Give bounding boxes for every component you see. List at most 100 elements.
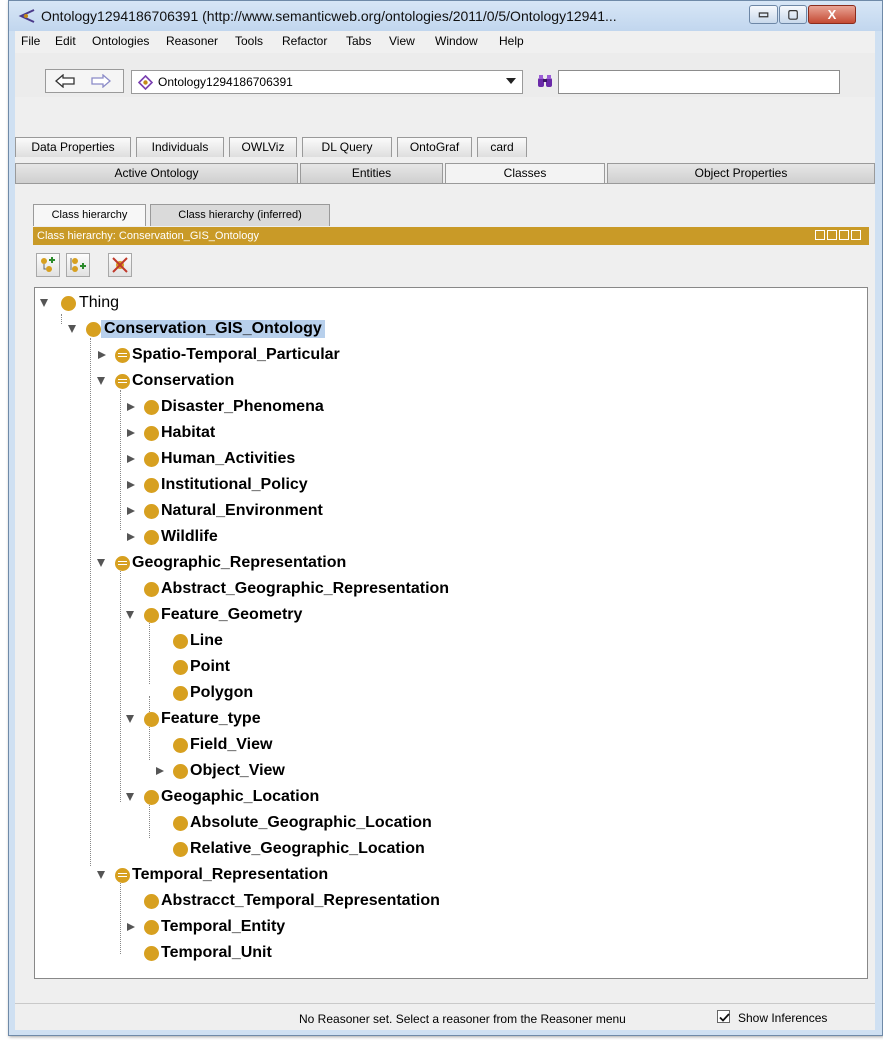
menu-view[interactable]: View xyxy=(389,34,415,48)
expander-open-icon[interactable] xyxy=(97,559,105,567)
expander-open-icon[interactable] xyxy=(97,871,105,879)
tab-classes[interactable]: Classes xyxy=(445,163,605,184)
close-button[interactable]: X xyxy=(808,5,856,24)
ontology-selector[interactable]: Ontology1294186706391 xyxy=(131,70,523,94)
expander-closed-icon[interactable] xyxy=(127,923,135,931)
tree-node-spatio-temporal-particular[interactable]: Spatio-Temporal_Particular xyxy=(97,344,457,366)
add-subclass-button[interactable] xyxy=(36,253,60,277)
tree-node-geographic-representation[interactable]: Geographic_Representation xyxy=(97,552,497,574)
tree-node-feature-geometry[interactable]: Feature_Geometry xyxy=(126,604,486,626)
expander-closed-icon[interactable] xyxy=(127,481,135,489)
float-view-icon[interactable] xyxy=(839,230,849,240)
expander-open-icon[interactable] xyxy=(40,299,48,307)
menu-edit[interactable]: Edit xyxy=(55,34,76,48)
expander-open-icon[interactable] xyxy=(126,611,134,619)
expander-closed-icon[interactable] xyxy=(98,351,106,359)
tab-dl-query[interactable]: DL Query xyxy=(302,137,392,157)
tab-active-ontology[interactable]: Active Ontology xyxy=(15,163,298,183)
tree-node-institutional-policy[interactable]: Institutional_Policy xyxy=(126,474,486,496)
tree-node-habitat[interactable]: Habitat xyxy=(126,422,486,444)
ontology-selector-value: Ontology1294186706391 xyxy=(158,75,293,89)
menu-bar: File Edit Ontologies Reasoner Tools Refa… xyxy=(15,31,875,53)
view-header-controls xyxy=(815,230,865,241)
tree-node-relative-geographic-location[interactable]: Relative_Geographic_Location xyxy=(155,838,555,860)
tab-class-hierarchy-inferred[interactable]: Class hierarchy (inferred) xyxy=(150,204,330,226)
minimize-button[interactable]: ▭ xyxy=(749,5,778,24)
tree-node-conservation[interactable]: Conservation xyxy=(97,370,457,392)
title-bar[interactable]: Ontology1294186706391 (http://www.semant… xyxy=(9,1,882,31)
expander-closed-icon[interactable] xyxy=(127,455,135,463)
tree-node-temporal-unit[interactable]: Temporal_Unit xyxy=(126,942,486,964)
show-inferences-checkbox[interactable] xyxy=(717,1010,730,1023)
tab-card[interactable]: card xyxy=(477,137,527,157)
menu-tabs[interactable]: Tabs xyxy=(346,34,371,48)
tree-node-geographic-location[interactable]: Geogaphic_Location xyxy=(126,786,486,808)
view-header-title: Class hierarchy: Conservation_GIS_Ontolo… xyxy=(37,230,259,242)
class-tree[interactable]: Thing Conservation_GIS_Ontology Spatio-T… xyxy=(34,287,868,979)
tree-node-abstract-temporal-representation[interactable]: Abstracct_Temporal_Representation xyxy=(126,890,546,912)
tree-node-label: Institutional_Policy xyxy=(161,476,308,493)
tree-node-human-activities[interactable]: Human_Activities xyxy=(126,448,486,470)
class-icon xyxy=(144,790,159,805)
tree-node-temporal-entity[interactable]: Temporal_Entity xyxy=(126,916,486,938)
menu-reasoner[interactable]: Reasoner xyxy=(166,34,218,48)
show-inferences-toggle[interactable]: Show Inferences xyxy=(717,1010,867,1026)
tree-node-field-view[interactable]: Field_View xyxy=(155,734,455,756)
tree-node-absolute-geographic-location[interactable]: Absolute_Geographic_Location xyxy=(155,812,555,834)
tree-node-wildlife[interactable]: Wildlife xyxy=(126,526,486,548)
tab-object-properties[interactable]: Object Properties xyxy=(607,163,875,183)
entity-search-input[interactable] xyxy=(558,70,840,94)
menu-file[interactable]: File xyxy=(21,34,40,48)
expander-closed-icon[interactable] xyxy=(127,507,135,515)
tree-node-feature-type[interactable]: Feature_type xyxy=(126,708,486,730)
class-icon xyxy=(173,634,188,649)
expander-closed-icon[interactable] xyxy=(127,533,135,541)
close-view-icon[interactable] xyxy=(851,230,861,240)
tree-node-conservation-gis-ontology[interactable]: Conservation_GIS_Ontology xyxy=(68,318,428,340)
split-horizontal-icon[interactable] xyxy=(827,230,837,240)
add-sibling-class-button[interactable] xyxy=(66,253,90,277)
tree-node-label: Point xyxy=(190,658,230,675)
expander-closed-icon[interactable] xyxy=(127,403,135,411)
tree-node-object-view[interactable]: Object_View xyxy=(155,760,455,782)
menu-tools[interactable]: Tools xyxy=(235,34,263,48)
expander-open-icon[interactable] xyxy=(97,377,105,385)
tab-owlviz[interactable]: OWLViz xyxy=(229,137,297,157)
tree-node-thing[interactable]: Thing xyxy=(40,292,240,314)
tree-node-label: Object_View xyxy=(190,762,285,779)
binoculars-search-icon xyxy=(538,75,552,87)
tree-node-point[interactable]: Point xyxy=(155,656,455,678)
class-icon xyxy=(144,946,159,961)
delete-class-icon xyxy=(112,257,128,273)
menu-help[interactable]: Help xyxy=(499,34,524,48)
tree-node-line[interactable]: Line xyxy=(155,630,455,652)
class-icon xyxy=(144,478,159,493)
tree-node-label: Temporal_Unit xyxy=(161,944,272,961)
delete-class-button[interactable] xyxy=(108,253,132,277)
tree-node-disaster-phenomena[interactable]: Disaster_Phenomena xyxy=(126,396,486,418)
back-arrow-icon[interactable] xyxy=(54,74,80,88)
menu-window[interactable]: Window xyxy=(435,34,478,48)
expander-closed-icon[interactable] xyxy=(127,429,135,437)
tree-node-label: Temporal_Representation xyxy=(132,866,329,883)
forward-arrow-icon[interactable] xyxy=(90,74,116,88)
expander-open-icon[interactable] xyxy=(126,715,134,723)
tab-individuals[interactable]: Individuals xyxy=(136,137,224,157)
maximize-button[interactable]: ▢ xyxy=(779,5,807,24)
navigation-buttons xyxy=(45,69,124,93)
menu-refactor[interactable]: Refactor xyxy=(282,34,327,48)
split-vertical-icon[interactable] xyxy=(815,230,825,240)
tab-ontograf[interactable]: OntoGraf xyxy=(397,137,472,157)
class-icon xyxy=(173,660,188,675)
tab-data-properties[interactable]: Data Properties xyxy=(15,137,131,157)
tab-entities[interactable]: Entities xyxy=(300,163,443,183)
menu-ontologies[interactable]: Ontologies xyxy=(92,34,149,48)
tab-class-hierarchy[interactable]: Class hierarchy xyxy=(33,204,146,226)
tree-node-abstract-geographic-representation[interactable]: Abstract_Geographic_Representation xyxy=(126,578,546,600)
tree-node-natural-environment[interactable]: Natural_Environment xyxy=(126,500,486,522)
expander-open-icon[interactable] xyxy=(126,793,134,801)
tree-node-temporal-representation[interactable]: Temporal_Representation xyxy=(97,864,497,886)
tree-node-polygon[interactable]: Polygon xyxy=(155,682,455,704)
expander-open-icon[interactable] xyxy=(68,325,76,333)
expander-closed-icon[interactable] xyxy=(156,767,164,775)
